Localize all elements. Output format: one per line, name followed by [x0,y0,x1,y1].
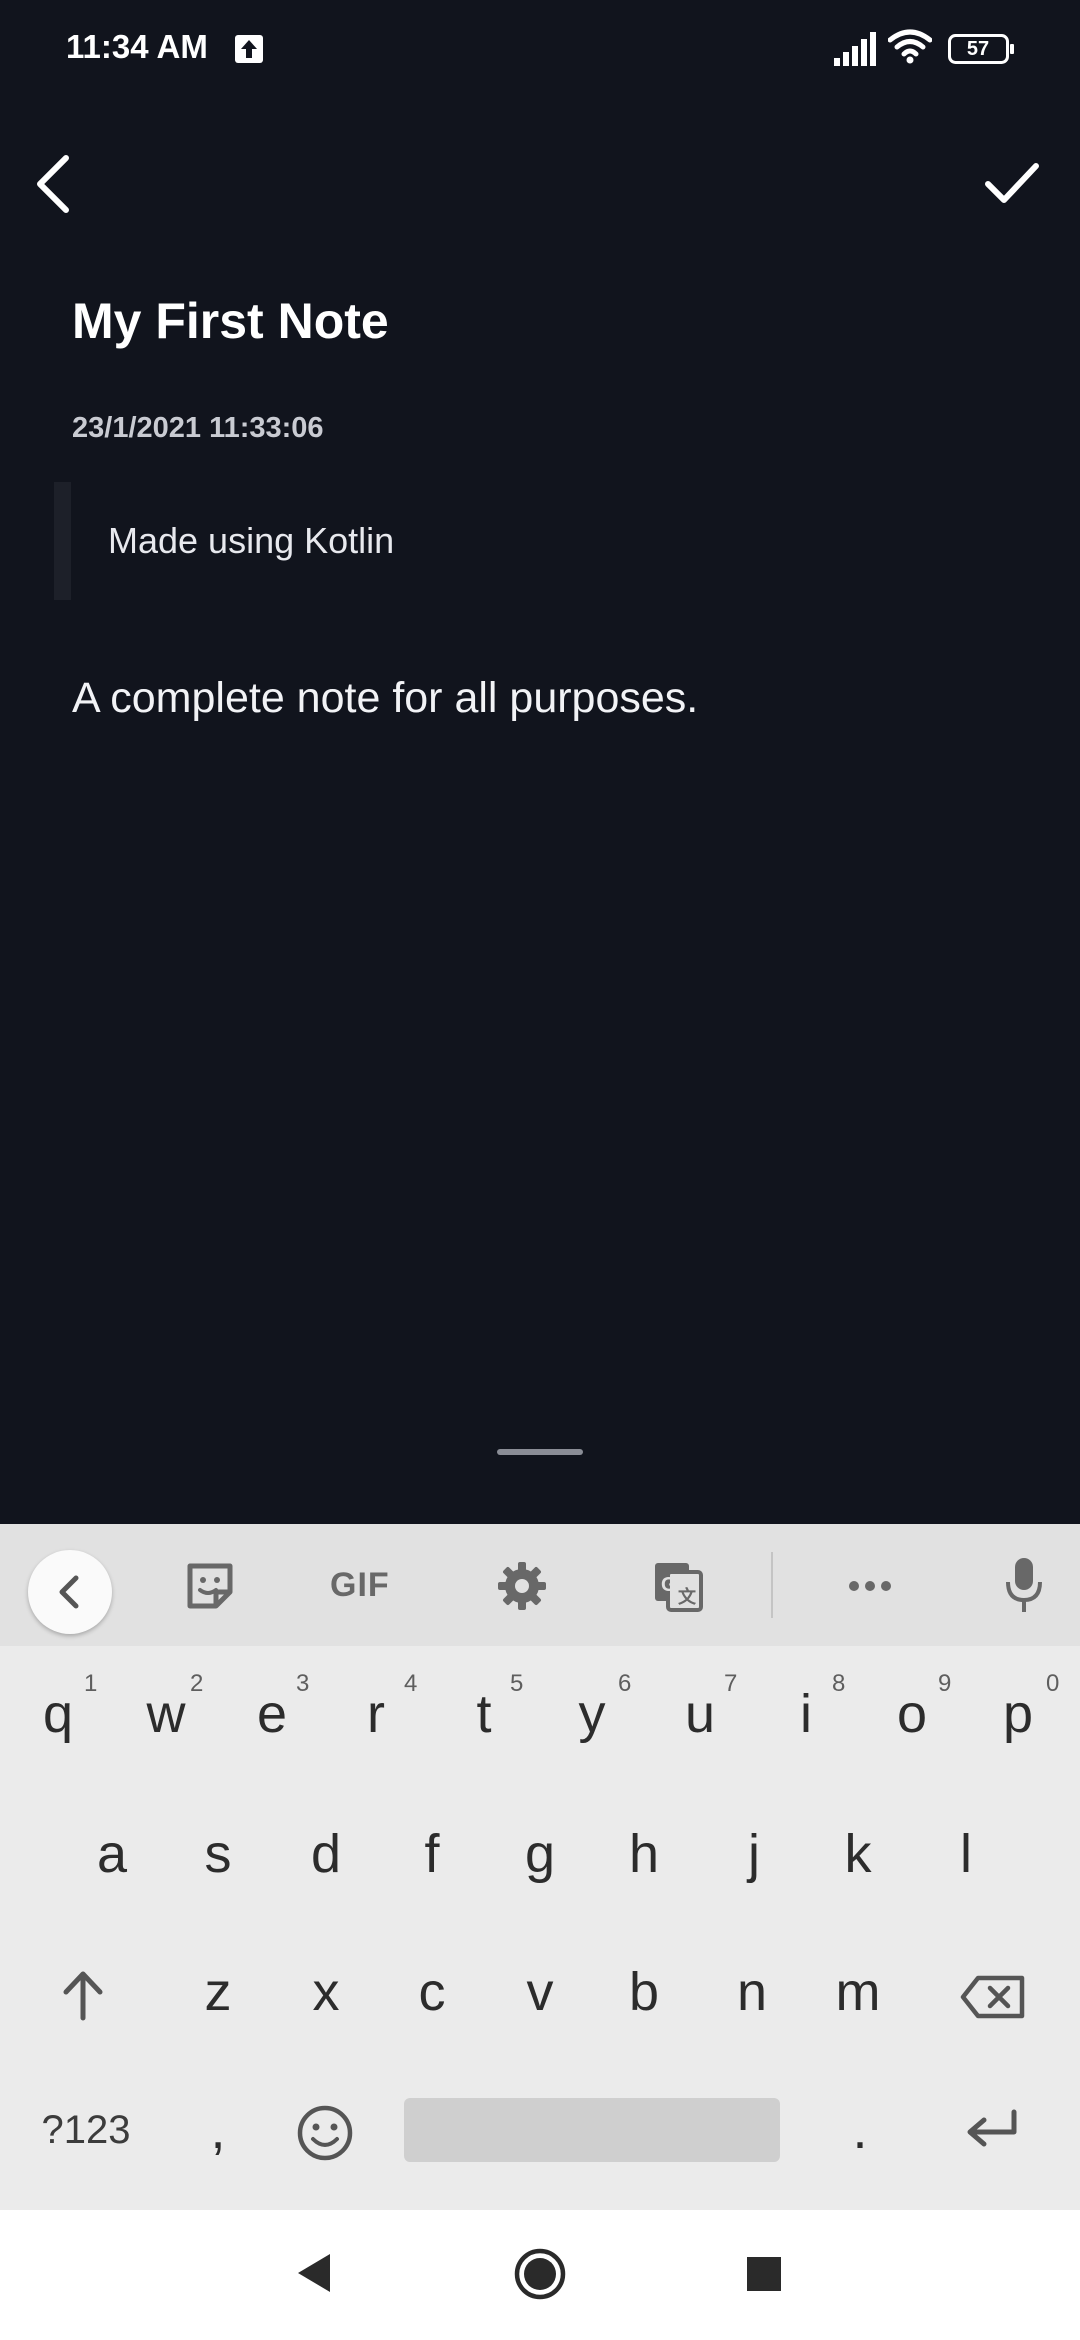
key-f[interactable]: f [382,1794,482,1914]
symbols-key[interactable]: ?123 [36,2070,136,2190]
emoji-icon[interactable] [296,2104,354,2162]
note-body[interactable]: A complete note for all purposes. [72,674,698,723]
spacebar[interactable] [404,2098,780,2162]
translate-icon[interactable]: G 文 [652,1560,704,1612]
drag-handle[interactable] [497,1449,583,1455]
key-l[interactable]: l [916,1794,1016,1914]
note-title[interactable]: My First Note [72,292,389,350]
key-hint: 8 [832,1670,846,1697]
enter-icon[interactable] [964,2108,1020,2152]
subtitle-indicator [54,482,71,600]
status-bar: 11:34 AM 57 [0,0,1080,100]
nav-recents-icon[interactable] [746,2256,782,2292]
nav-back-icon[interactable] [296,2252,332,2294]
key-h[interactable]: h [594,1794,694,1914]
note-datetime: 23/1/2021 11:33:06 [72,412,324,444]
key-c[interactable]: c [382,1932,482,2052]
toolbar-divider [771,1552,773,1618]
key-z[interactable]: z [168,1932,268,2052]
key-n[interactable]: n [702,1932,802,2052]
key-hint: 1 [84,1670,98,1697]
shift-icon[interactable] [60,1970,106,2022]
key-hint: 7 [724,1670,738,1697]
key-a[interactable]: a [62,1794,162,1914]
upload-icon [235,35,263,63]
key-hint: 3 [296,1670,310,1697]
key-k[interactable]: k [808,1794,908,1914]
key-period[interactable]: . [810,2070,910,2190]
settings-icon[interactable] [496,1560,548,1612]
note-subtitle[interactable]: Made using Kotlin [108,520,394,562]
more-icon[interactable] [844,1560,896,1612]
check-icon[interactable] [984,160,1040,206]
key-v[interactable]: v [490,1932,590,2052]
keyboard-toolbar: GIF G 文 [0,1524,1080,1646]
sticker-icon[interactable] [184,1560,236,1612]
key-x[interactable]: x [276,1932,376,2052]
backspace-icon[interactable] [960,1974,1026,2020]
key-b[interactable]: b [594,1932,694,2052]
gif-button[interactable]: GIF [330,1566,390,1605]
key-hint: 4 [404,1670,418,1697]
svg-text:G: G [661,1574,677,1596]
key-comma[interactable]: , [168,2070,268,2190]
collapse-icon[interactable] [28,1550,112,1634]
wifi-icon [888,29,932,64]
key-g[interactable]: g [490,1794,590,1914]
navigation-bar [0,2210,1080,2340]
key-hint: 2 [190,1670,204,1697]
key-hint: 9 [938,1670,952,1697]
key-s[interactable]: s [168,1794,268,1914]
key-d[interactable]: d [276,1794,376,1914]
key-hint: 6 [618,1670,632,1697]
key-hint: 0 [1046,1670,1060,1697]
key-hint: 5 [510,1670,524,1697]
nav-home-icon[interactable] [514,2248,566,2300]
signal-icon [834,32,876,66]
status-time: 11:34 AM [66,28,208,65]
back-icon[interactable] [30,152,74,216]
svg-text:文: 文 [678,1586,697,1607]
mic-icon[interactable] [1004,1556,1044,1614]
key-m[interactable]: m [808,1932,908,2052]
keyboard: GIF G 文 q 1 w 2 e 3 r 4 t 5 y 6 u 7 i 8 … [0,1524,1080,2210]
battery-level: 57 [966,38,990,60]
key-j[interactable]: j [704,1794,804,1914]
